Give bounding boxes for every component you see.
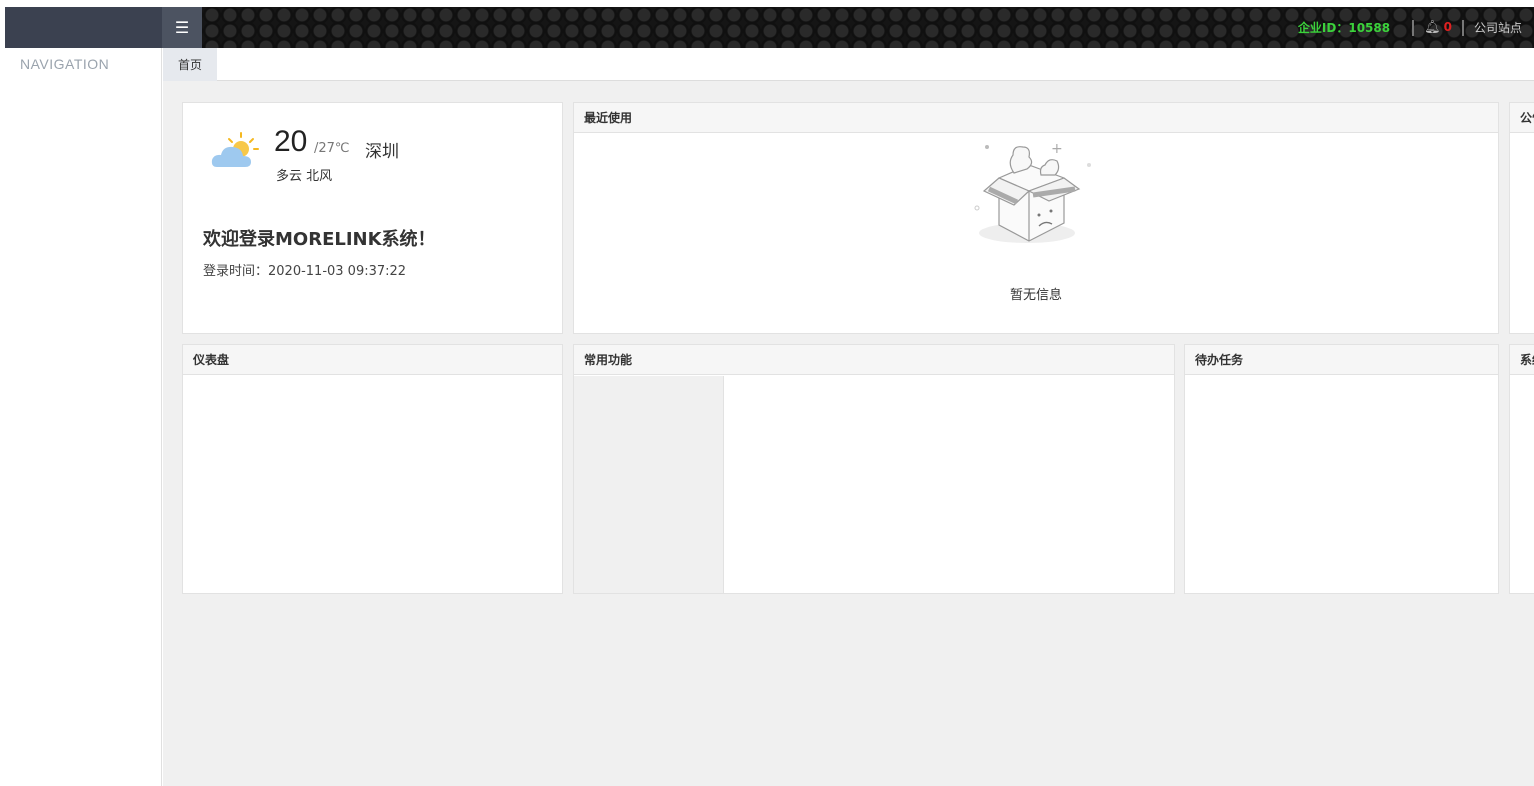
- dashboard-panel: 仪表盘: [182, 344, 563, 594]
- divider: [1461, 19, 1464, 36]
- common-functions-panel: 常用功能: [573, 344, 1175, 594]
- system-panel-title: 系统: [1510, 345, 1534, 375]
- notification-button[interactable]: 🔔︎ 0: [1424, 20, 1452, 35]
- welcome-panel: 20 /27℃ 深圳 多云 北风 欢迎登录MORELINK系统！ 登录时间：20…: [182, 102, 563, 334]
- function-category-list: [574, 376, 724, 593]
- navigation-title: NAVIGATION: [20, 56, 110, 72]
- recent-panel-title: 最近使用: [574, 103, 1498, 133]
- svg-text:+: +: [1051, 141, 1063, 157]
- main-content: 首页 20 /27℃ 深圳 多云 北风 欢迎登录MORELINK系统！ 登录时间…: [163, 48, 1534, 786]
- notice-panel-title: 公告: [1510, 103, 1534, 133]
- sidebar: NAVIGATION: [5, 48, 162, 786]
- todo-panel: 待办任务: [1184, 344, 1499, 594]
- temperature: 20: [274, 125, 308, 158]
- empty-message: 暂无信息: [1009, 288, 1062, 303]
- temperature-range: /27℃: [314, 141, 350, 156]
- recent-panel: 最近使用 + 暂无信息: [573, 102, 1499, 334]
- empty-box-icon: +: [974, 141, 1091, 243]
- weather-condition: 多云 北风: [276, 169, 333, 184]
- city: 深圳: [365, 142, 399, 162]
- bell-icon: 🔔︎: [1424, 20, 1441, 35]
- divider: [1412, 19, 1415, 36]
- header-actions: 企业ID：10588 🔔︎ 0 公司站点: [1298, 7, 1534, 48]
- common-functions-title: 常用功能: [574, 345, 1174, 375]
- todo-panel-title: 待办任务: [1185, 345, 1498, 375]
- tab-home[interactable]: 首页: [163, 48, 217, 81]
- dashboard-panel-title: 仪表盘: [183, 345, 562, 375]
- welcome-title: 欢迎登录MORELINK系统！: [203, 229, 436, 250]
- brand-area: [5, 7, 162, 48]
- notice-panel: 公告: [1509, 102, 1534, 334]
- partly-cloudy-icon: [211, 132, 259, 167]
- login-time: 登录时间：2020-11-03 09:37:22: [203, 264, 407, 279]
- system-panel: 系统: [1509, 344, 1534, 594]
- tab-bar: 首页: [163, 48, 1534, 81]
- notification-count: 0: [1443, 20, 1452, 34]
- app-frame: ☰ 企业ID：10588 🔔︎ 0 公司站点 NAVIGATION 首页 20 /: [0, 0, 1534, 786]
- corp-id: 企业ID：10588: [1297, 21, 1391, 35]
- company-site-link[interactable]: 公司站点: [1474, 19, 1522, 36]
- hamburger-icon: ☰: [174, 18, 190, 37]
- menu-toggle-button[interactable]: ☰: [162, 7, 202, 48]
